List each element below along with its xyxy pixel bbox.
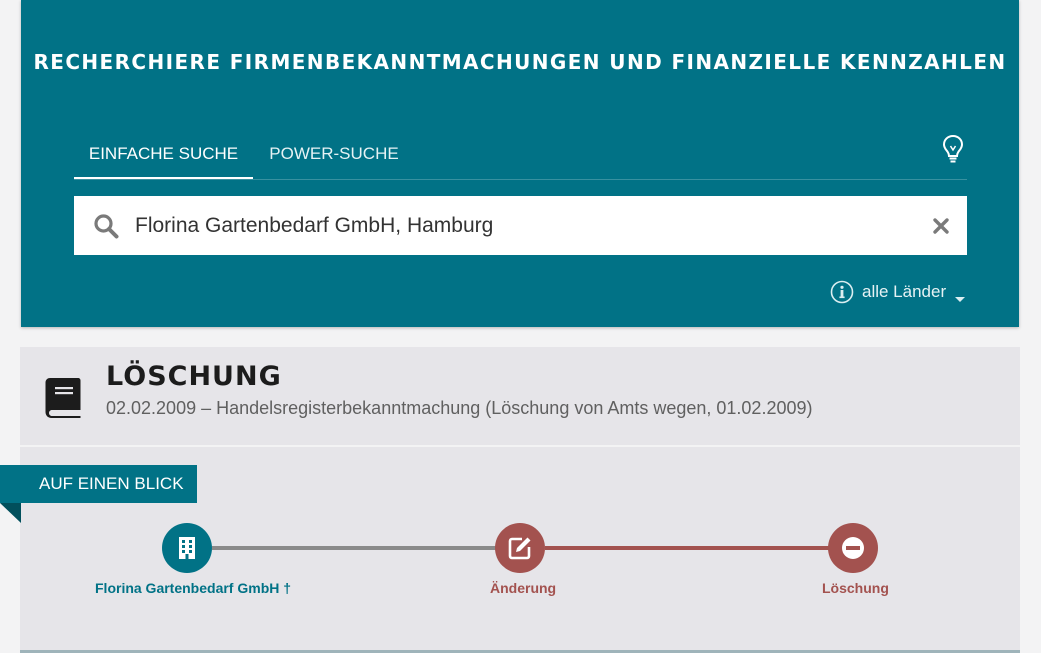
book-icon (44, 376, 82, 420)
ribbon-fold (0, 503, 21, 523)
search-box (74, 196, 967, 255)
search-hero: RECHERCHIERE FIRMENBEKANNTMACHUNGEN UND … (21, 0, 1019, 327)
timeline-node-change[interactable] (495, 523, 545, 573)
minus-circle-icon (842, 537, 864, 559)
timeline-label-change[interactable]: Änderung (490, 580, 556, 596)
info-icon[interactable] (830, 280, 854, 304)
page-title: LÖSCHUNG (106, 361, 282, 392)
search-input[interactable] (135, 206, 915, 245)
timeline-node-deletion[interactable] (828, 523, 878, 573)
at-a-glance-ribbon: AUF EINEN BLICK (0, 465, 197, 503)
country-filter-label: alle Länder (862, 282, 947, 301)
timeline-label-company[interactable]: Florina Gartenbedarf GmbH † (95, 580, 291, 596)
timeline-connector (212, 546, 496, 550)
timeline-node-company[interactable] (162, 523, 212, 573)
search-icon[interactable] (93, 213, 119, 239)
timeline-label-deletion[interactable]: Löschung (822, 580, 889, 596)
timeline-connector (545, 546, 829, 550)
card-header: LÖSCHUNG 02.02.2009 – Handelsregisterbek… (20, 347, 1020, 447)
close-icon[interactable] (931, 216, 951, 236)
lightbulb-icon[interactable] (942, 134, 964, 164)
announcement-subtitle: 02.02.2009 – Handelsregisterbekanntmachu… (106, 398, 813, 418)
chevron-down-icon (955, 289, 965, 302)
building-icon (179, 537, 195, 559)
hero-title: RECHERCHIERE FIRMENBEKANNTMACHUNGEN UND … (33, 50, 1007, 74)
edit-icon (508, 537, 531, 560)
tab-power-search[interactable]: POWER-SUCHE (264, 135, 404, 179)
search-tabs: EINFACHE SUCHE POWER-SUCHE (74, 135, 967, 180)
tab-simple-search[interactable]: EINFACHE SUCHE (74, 135, 253, 179)
